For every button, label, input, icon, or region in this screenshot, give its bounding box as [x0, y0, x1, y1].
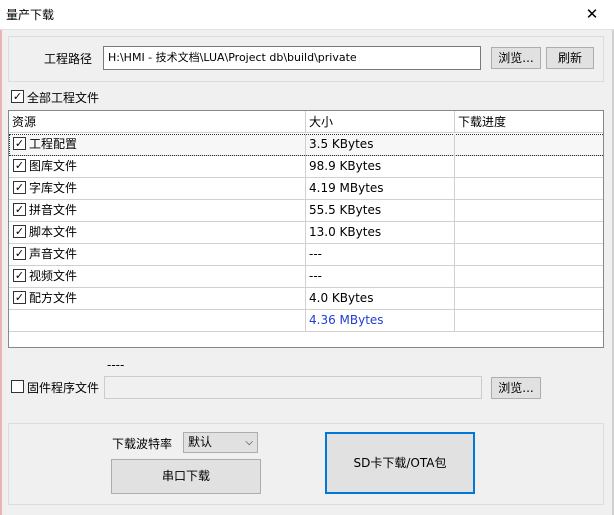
resource-name: 图库文件 [29, 159, 78, 173]
resource-cell [9, 310, 306, 332]
progress-cell [455, 134, 603, 156]
row-checkbox[interactable]: ✓ [13, 203, 26, 216]
row-checkbox[interactable]: ✓ [13, 291, 26, 304]
table-row[interactable]: ✓ 声音文件 --- [9, 244, 603, 266]
resource-cell: ✓ 声音文件 [9, 244, 306, 266]
resource-name: 视频文件 [29, 269, 78, 283]
resource-cell: ✓ 脚本文件 [9, 222, 306, 244]
resource-cell: ✓ 图库文件 [9, 156, 306, 178]
firmware-version-text: ---- [107, 358, 125, 372]
resource-name: 声音文件 [29, 247, 78, 261]
row-checkbox[interactable]: ✓ [13, 137, 26, 150]
title-bar: 量产下载 ✕ [0, 0, 614, 30]
table-row[interactable]: ✓ 视频文件 --- [9, 266, 603, 288]
background-edge [0, 30, 2, 515]
size-cell: 98.9 KBytes [306, 156, 455, 178]
progress-cell [455, 222, 603, 244]
table-row[interactable]: ✓ 配方文件 4.0 KBytes [9, 288, 603, 310]
firmware-browse-button[interactable]: 浏览... [491, 377, 541, 399]
resource-cell: ✓ 视频文件 [9, 266, 306, 288]
table-row[interactable]: ✓ 图库文件 98.9 KBytes [9, 156, 603, 178]
size-cell: 13.0 KBytes [306, 222, 455, 244]
resource-cell: ✓ 工程配置 [9, 134, 306, 156]
table-row[interactable]: ✓ 工程配置 3.5 KBytes [9, 134, 603, 156]
download-group [8, 423, 604, 505]
total-size: 4.36 MBytes [306, 310, 455, 332]
baud-rate-label: 下载波特率 [112, 437, 173, 451]
firmware-checkbox[interactable] [11, 380, 24, 393]
serial-download-button[interactable]: 串口下载 [111, 459, 261, 494]
row-checkbox[interactable]: ✓ [13, 247, 26, 260]
size-cell: --- [306, 244, 455, 266]
resource-cell: ✓ 拼音文件 [9, 200, 306, 222]
size-cell: --- [306, 266, 455, 288]
refresh-button[interactable]: 刷新 [546, 47, 594, 69]
progress-cell [455, 266, 603, 288]
firmware-path-input[interactable] [104, 376, 482, 399]
row-checkbox[interactable]: ✓ [13, 269, 26, 282]
all-files-checkbox[interactable]: ✓ [11, 90, 24, 103]
firmware-label: 固件程序文件 [27, 381, 100, 395]
progress-cell [455, 156, 603, 178]
project-path-label: 工程路径 [44, 52, 93, 66]
column-header-resource[interactable]: 资源 [9, 111, 306, 133]
window-title: 量产下载 [6, 8, 55, 22]
row-checkbox[interactable]: ✓ [13, 225, 26, 238]
progress-cell [455, 200, 603, 222]
baud-rate-value: 默认 [188, 435, 213, 449]
size-cell: 4.0 KBytes [306, 288, 455, 310]
size-cell: 55.5 KBytes [306, 200, 455, 222]
total-row: 4.36 MBytes [9, 310, 603, 332]
resource-name: 工程配置 [29, 137, 78, 151]
project-path-input[interactable]: H:\HMI - 技术文档\LUA\Project db\build\priva… [103, 46, 481, 70]
column-header-progress[interactable]: 下载进度 [455, 111, 603, 133]
table-row[interactable]: ✓ 脚本文件 13.0 KBytes [9, 222, 603, 244]
table-header: 资源 大小 下载进度 [9, 111, 603, 133]
close-icon[interactable]: ✕ [570, 0, 614, 29]
resource-name: 脚本文件 [29, 225, 78, 239]
project-browse-button[interactable]: 浏览... [491, 47, 541, 69]
resource-name: 配方文件 [29, 291, 78, 305]
all-files-label: 全部工程文件 [27, 91, 100, 105]
resource-name: 拼音文件 [29, 203, 78, 217]
progress-cell [455, 244, 603, 266]
progress-cell [455, 310, 603, 332]
baud-rate-select[interactable]: 默认 ⌵ [183, 432, 258, 453]
resource-name: 字库文件 [29, 181, 78, 195]
chevron-down-icon: ⌵ [245, 437, 253, 448]
row-checkbox[interactable]: ✓ [13, 181, 26, 194]
row-checkbox[interactable]: ✓ [13, 159, 26, 172]
resource-cell: ✓ 字库文件 [9, 178, 306, 200]
resource-table: 资源 大小 下载进度 ✓ 工程配置 3.5 KBytes ✓ 图库文件 98.9 K… [8, 110, 604, 348]
table-row[interactable]: ✓ 拼音文件 55.5 KBytes [9, 200, 603, 222]
progress-cell [455, 288, 603, 310]
column-header-size[interactable]: 大小 [306, 111, 455, 133]
size-cell: 3.5 KBytes [306, 134, 455, 156]
resource-cell: ✓ 配方文件 [9, 288, 306, 310]
progress-cell [455, 178, 603, 200]
table-row[interactable]: ✓ 字库文件 4.19 MBytes [9, 178, 603, 200]
size-cell: 4.19 MBytes [306, 178, 455, 200]
sd-ota-download-button[interactable]: SD卡下载/OTA包 [325, 432, 475, 494]
